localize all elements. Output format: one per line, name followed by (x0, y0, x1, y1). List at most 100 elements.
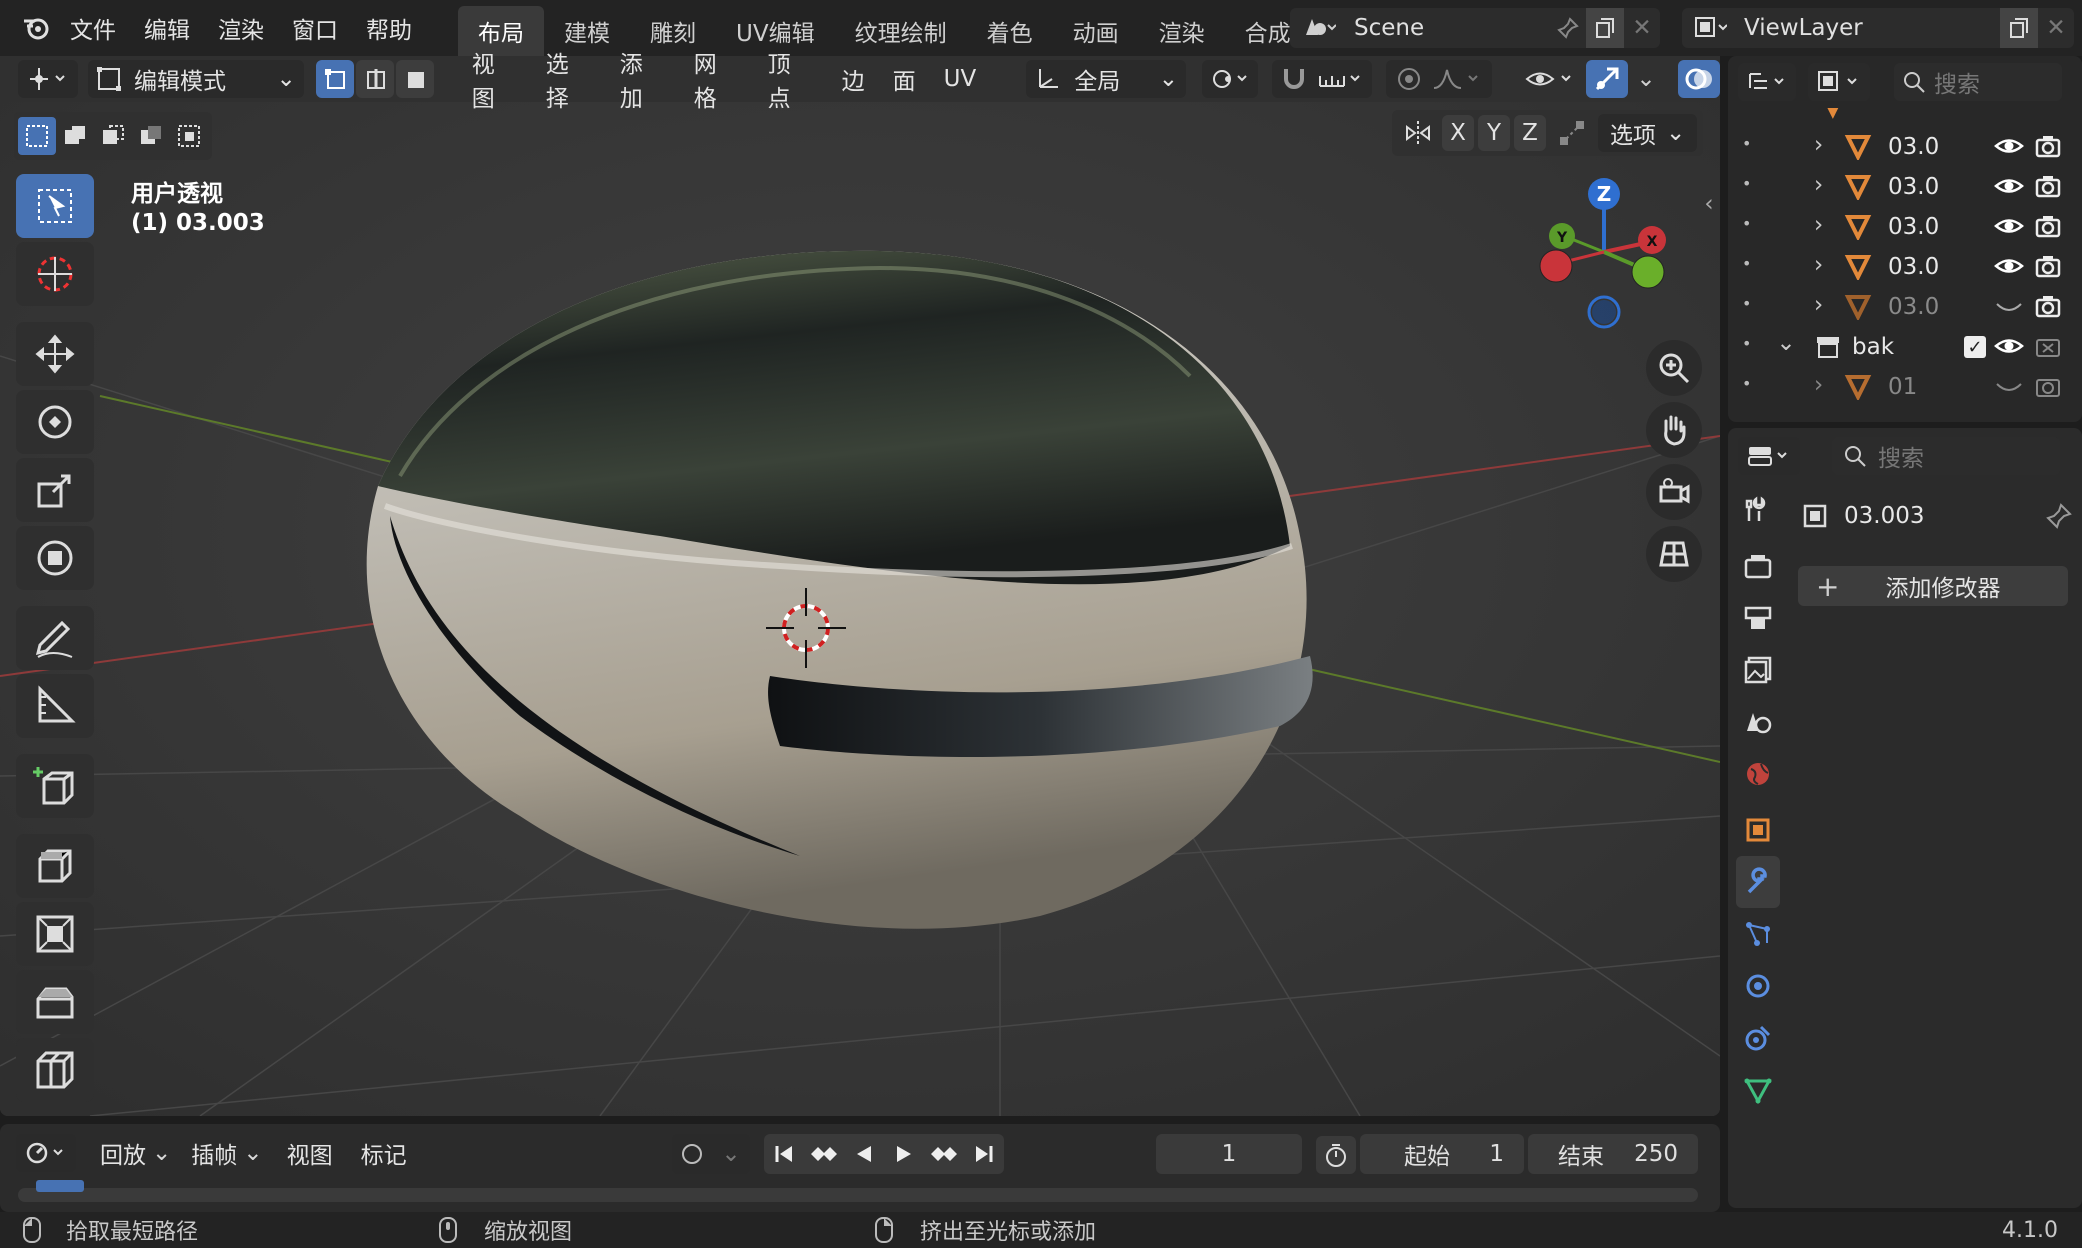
zoom-icon[interactable] (1646, 340, 1702, 396)
play-reverse-icon[interactable] (844, 1143, 884, 1165)
menu-keying[interactable]: 插帧 (177, 1136, 251, 1170)
select-intersect-icon[interactable] (170, 117, 208, 155)
menu-marker[interactable]: 标记 (347, 1136, 421, 1170)
outliner-child-row[interactable]: • › 01 (1728, 368, 2082, 408)
tool-move[interactable] (16, 322, 94, 386)
tab-constraints[interactable] (1736, 1012, 1780, 1064)
eye-icon[interactable] (1994, 172, 2024, 200)
outliner-object-row[interactable]: • › 03.0 (1728, 128, 2082, 168)
expand-chevron-icon[interactable]: › (1814, 212, 1823, 238)
tab-animation[interactable]: 动画 (1053, 6, 1139, 56)
expand-chevron-icon[interactable]: › (1814, 292, 1823, 318)
display-mode-dropdown[interactable] (1808, 63, 1870, 101)
pan-hand-icon[interactable] (1646, 402, 1702, 458)
tab-tool[interactable] (1736, 484, 1780, 536)
properties-search[interactable]: 搜索 (1832, 437, 2060, 475)
menu-vertex[interactable]: 顶点 (754, 45, 828, 113)
tool-annotate[interactable] (16, 606, 94, 670)
gizmo-chevron-icon[interactable]: ⌄ (1632, 66, 1660, 92)
auto-merge-icon[interactable] (1550, 119, 1594, 147)
edge-select-mode[interactable] (355, 60, 394, 98)
expand-chevron-icon[interactable]: › (1814, 132, 1823, 158)
camera-icon[interactable] (2034, 212, 2062, 240)
tool-rotate[interactable] (16, 390, 94, 454)
axis-z-toggle[interactable]: Z (1514, 115, 1546, 151)
tab-rendering[interactable]: 渲染 (1139, 6, 1225, 56)
tool-transform[interactable] (16, 526, 94, 590)
falloff-curve-icon[interactable] (1430, 66, 1486, 92)
camera-icon[interactable] (2034, 252, 2062, 280)
playhead-indicator[interactable] (36, 1180, 84, 1192)
outliner-object-row[interactable]: • › 03.0 (1728, 288, 2082, 328)
preview-range-icon[interactable] (1316, 1136, 1356, 1174)
menu-file[interactable]: 文件 (56, 0, 130, 56)
expand-chevron-icon[interactable]: › (1814, 172, 1823, 198)
outliner-object-row[interactable]: • › 03.0 (1728, 248, 2082, 288)
properties-editor-type[interactable] (1738, 437, 1800, 475)
prev-keyframe-icon[interactable] (804, 1143, 844, 1165)
menu-window[interactable]: 窗口 (278, 0, 352, 56)
outliner-object-row[interactable]: • › 03.0 (1728, 208, 2082, 248)
axis-x-toggle[interactable]: X (1442, 115, 1474, 151)
eye-icon[interactable] (1994, 132, 2024, 160)
eye-icon[interactable] (1994, 252, 2024, 280)
delete-view-layer-icon[interactable]: ✕ (2038, 15, 2074, 41)
vertex-select-mode[interactable] (315, 60, 354, 98)
outliner-row-partial[interactable]: ▼ (1728, 108, 2082, 128)
face-select-mode[interactable] (395, 60, 434, 98)
camera-icon[interactable] (2034, 132, 2062, 160)
tab-render[interactable] (1736, 540, 1780, 592)
tool-bevel[interactable] (16, 970, 94, 1034)
tool-measure[interactable] (16, 674, 94, 738)
tool-extrude[interactable] (16, 834, 94, 898)
camera-icon[interactable] (2034, 292, 2062, 320)
tool-add-cube[interactable] (16, 754, 94, 818)
next-keyframe-icon[interactable] (924, 1143, 964, 1165)
tab-view-layer[interactable] (1736, 644, 1780, 696)
select-extend-icon[interactable] (56, 117, 94, 155)
camera-view-icon[interactable] (1646, 464, 1702, 520)
delete-scene-icon[interactable]: ✕ (1624, 15, 1660, 41)
tab-object[interactable] (1736, 804, 1780, 856)
tool-loop-cut[interactable] (16, 1038, 94, 1102)
tool-scale[interactable] (16, 458, 94, 522)
tab-modifiers[interactable] (1736, 856, 1780, 908)
menu-edit[interactable]: 编辑 (130, 0, 204, 56)
scene-selector[interactable]: Scene ✕ (1290, 8, 1660, 48)
timeline-scrollbar[interactable] (18, 1180, 1698, 1202)
overlays-toggle[interactable] (1678, 60, 1721, 98)
tab-texture-paint[interactable]: 纹理绘制 (835, 6, 967, 56)
pin-icon[interactable] (1550, 17, 1586, 39)
tab-shading[interactable]: 着色 (967, 6, 1053, 56)
render-disabled-icon[interactable] (2034, 332, 2062, 360)
snap-increment-icon[interactable] (1316, 66, 1366, 92)
add-modifier-button[interactable]: + 添加修改器 (1798, 566, 2068, 606)
menu-help[interactable]: 帮助 (352, 0, 426, 56)
jump-end-icon[interactable] (964, 1143, 1004, 1165)
menu-render[interactable]: 渲染 (204, 0, 278, 56)
camera-icon[interactable] (2034, 372, 2062, 400)
expand-chevron-icon[interactable]: ⌄ (1774, 330, 1798, 356)
menu-mesh[interactable]: 网格 (680, 45, 754, 113)
outliner-search[interactable]: 搜索 (1894, 63, 2062, 101)
menu-select[interactable]: 选择 (532, 45, 606, 113)
eye-closed-icon[interactable] (1994, 372, 2024, 400)
blender-logo-icon[interactable] (16, 0, 56, 56)
jump-start-icon[interactable] (764, 1143, 804, 1165)
expand-chevron-icon[interactable]: › (1814, 252, 1823, 278)
tab-physics[interactable] (1736, 960, 1780, 1012)
select-subtract-icon[interactable] (94, 117, 132, 155)
menu-face[interactable]: 面 (879, 62, 930, 96)
menu-timeline-view[interactable]: 视图 (273, 1136, 347, 1170)
start-frame-field[interactable]: 起始 1 (1360, 1134, 1524, 1174)
snap-magnet-icon[interactable] (1278, 65, 1310, 93)
expand-chevron-icon[interactable]: › (1814, 372, 1823, 398)
view-layer-icon[interactable] (1682, 15, 1738, 41)
tab-particles[interactable] (1736, 908, 1780, 960)
axis-y-toggle[interactable]: Y (1478, 115, 1510, 151)
gizmo-toggle[interactable] (1586, 60, 1629, 98)
transform-orientation-dropdown[interactable]: 全局 ⌄ (1026, 60, 1187, 98)
eye-icon[interactable] (1994, 332, 2024, 360)
sidebar-toggle-icon[interactable]: ‹ (1700, 186, 1718, 222)
select-invert-icon[interactable] (132, 117, 170, 155)
